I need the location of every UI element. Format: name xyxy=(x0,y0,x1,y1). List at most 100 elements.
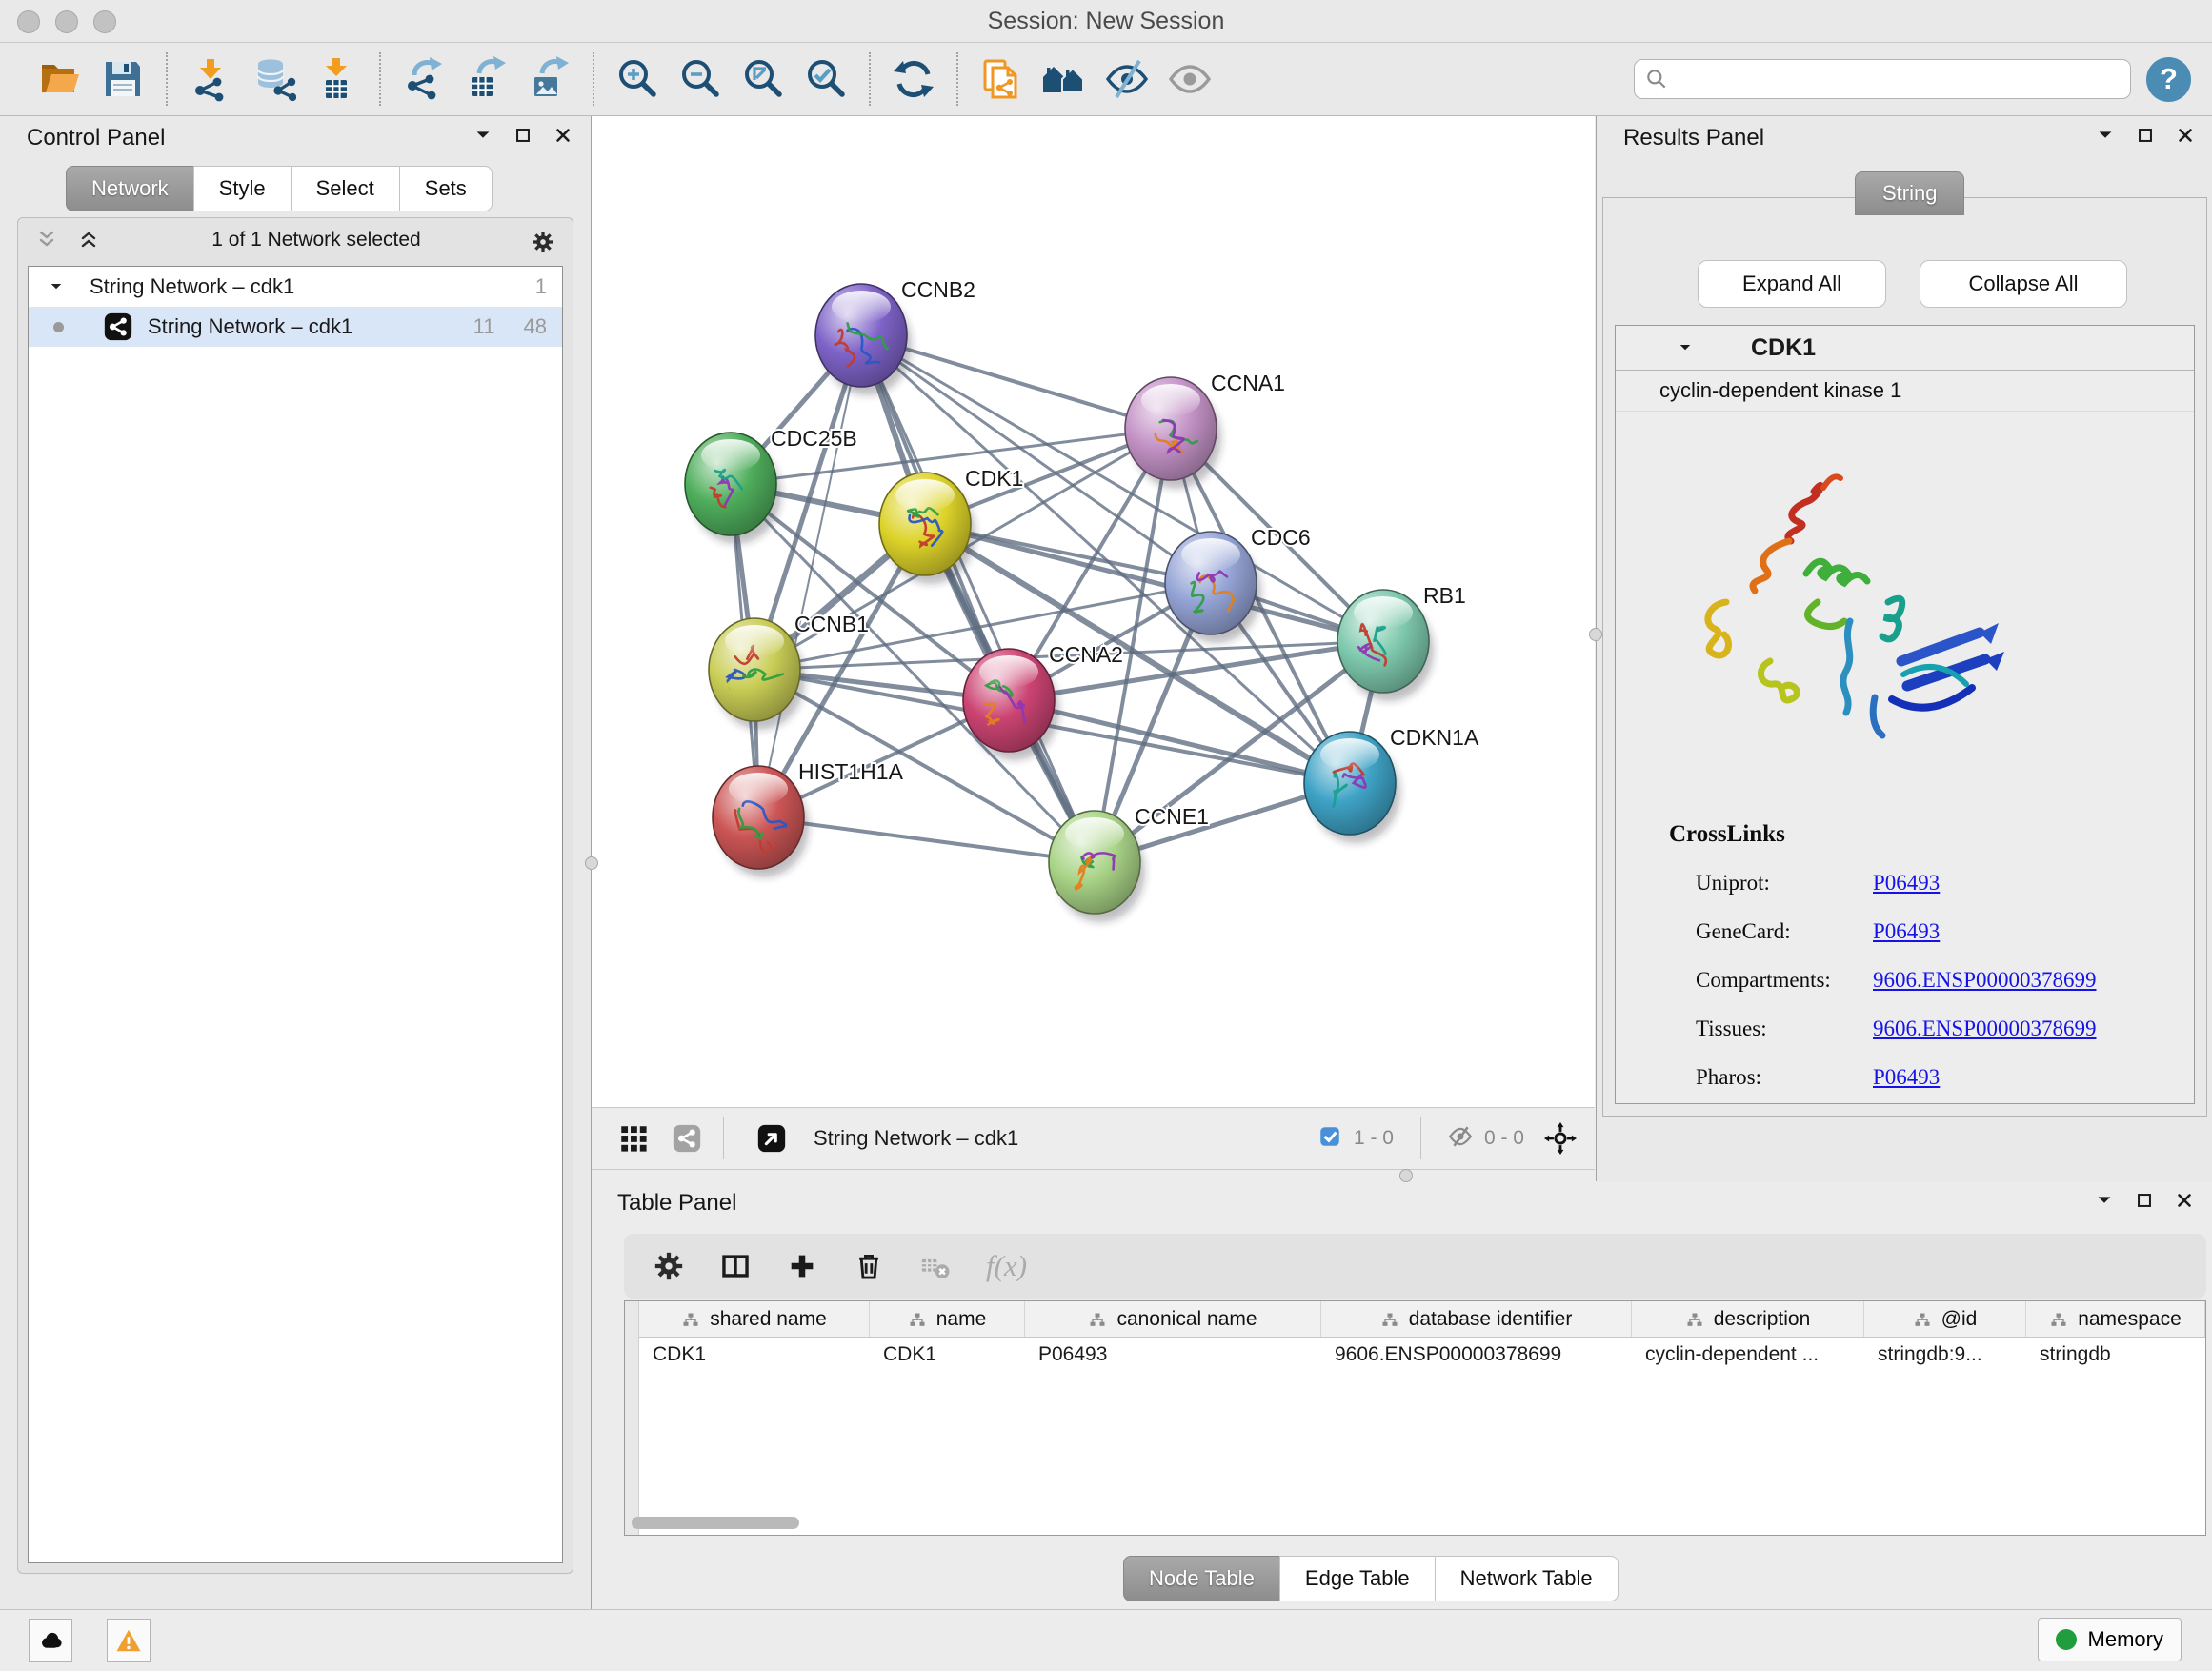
crosslink-link[interactable]: P06493 xyxy=(1873,1065,1940,1090)
export-table-button[interactable] xyxy=(459,50,514,109)
collapse-all-networks-button[interactable] xyxy=(35,228,60,252)
network-graph[interactable]: CCNB2CCNA1CDC25BCDK1CDC6RB1CCNB1CCNA2CDK… xyxy=(592,116,1595,1107)
bottom-splitter-handle[interactable] xyxy=(1399,1169,1413,1182)
results-panel-menu-button[interactable] xyxy=(2095,125,2120,150)
help-button[interactable]: ? xyxy=(2146,57,2191,102)
zoom-selected-button[interactable] xyxy=(798,50,854,109)
string-network-icon xyxy=(102,311,134,343)
export-image-button[interactable] xyxy=(522,50,577,109)
right-splitter-handle[interactable] xyxy=(1589,628,1602,641)
crosslink-link[interactable]: P06493 xyxy=(1873,919,1940,944)
duplicate-network-button[interactable] xyxy=(974,50,1029,109)
collapse-all-button[interactable]: Collapse All xyxy=(1920,260,2127,308)
crosslink-link[interactable]: P06493 xyxy=(1873,871,1940,896)
export-network-button[interactable] xyxy=(396,50,452,109)
network-node-rb1[interactable]: RB1 xyxy=(1337,583,1466,701)
expand-all-button[interactable]: Expand All xyxy=(1698,260,1886,308)
split-columns-button[interactable] xyxy=(719,1250,752,1282)
hide-selected-button[interactable] xyxy=(1099,50,1155,109)
table-horizontal-scrollbar[interactable] xyxy=(632,1517,799,1529)
grid-view-button[interactable] xyxy=(613,1117,654,1159)
column-header-name[interactable]: name xyxy=(870,1301,1025,1337)
delete-table-button[interactable] xyxy=(919,1250,952,1282)
cytoscape-window: Session: New Session ? Control Panel Net… xyxy=(0,0,2212,1671)
pan-tool-button[interactable] xyxy=(1539,1117,1581,1159)
toolbar-separator xyxy=(379,52,381,106)
selection-checkbox[interactable] xyxy=(1317,1124,1342,1154)
zoom-in-button[interactable] xyxy=(610,50,665,109)
control-panel-float-button[interactable] xyxy=(513,125,537,150)
delete-column-button[interactable] xyxy=(853,1250,885,1282)
network-node-ccne1[interactable]: CCNE1 xyxy=(1049,804,1209,922)
control-panel-close-button[interactable] xyxy=(553,125,577,150)
table-panel-close-button[interactable] xyxy=(2174,1190,2199,1215)
refresh-button[interactable] xyxy=(886,50,941,109)
node-label-ccnb1: CCNB1 xyxy=(794,612,869,636)
tab-network-table[interactable]: Network Table xyxy=(1435,1556,1619,1601)
tab-string[interactable]: String xyxy=(1855,171,1964,215)
column-header-description[interactable]: description xyxy=(1632,1301,1864,1337)
network-row-selected[interactable]: String Network – cdk11148 xyxy=(29,307,562,347)
add-column-button[interactable] xyxy=(786,1250,818,1282)
network-node-ccna2[interactable]: CCNA2 xyxy=(963,642,1123,760)
apply-layout-button[interactable] xyxy=(1036,50,1092,109)
zoom-out-button[interactable] xyxy=(673,50,728,109)
memory-button[interactable]: Memory xyxy=(2038,1618,2182,1661)
results-panel-close-button[interactable] xyxy=(2175,125,2200,150)
import-network-file-button[interactable] xyxy=(183,50,238,109)
tab-select[interactable]: Select xyxy=(291,166,400,211)
search-input[interactable] xyxy=(1669,66,2121,92)
column-label: namespace xyxy=(2078,1308,2182,1331)
string-style-button[interactable] xyxy=(666,1117,708,1159)
node-label-hist1h1a: HIST1H1A xyxy=(798,759,904,784)
node-table[interactable]: shared namenamecanonical namedatabase id… xyxy=(624,1300,2206,1536)
column-header-shared-name[interactable]: shared name xyxy=(639,1301,870,1337)
close-window-button[interactable] xyxy=(17,10,40,33)
import-network-database-button[interactable] xyxy=(246,50,301,109)
network-collection-row[interactable]: String Network – cdk11 xyxy=(29,267,562,307)
expand-all-networks-button[interactable] xyxy=(77,228,102,252)
column-header-database-identifier[interactable]: database identifier xyxy=(1321,1301,1632,1337)
network-options-button[interactable] xyxy=(531,228,555,252)
zoom-fit-button[interactable] xyxy=(735,50,791,109)
column-header-id[interactable]: @id xyxy=(1864,1301,2026,1337)
tab-node-table[interactable]: Node Table xyxy=(1123,1556,1280,1601)
control-panel-menu-button[interactable] xyxy=(473,125,497,150)
network-node-cdkn1a[interactable]: CDKN1A xyxy=(1304,725,1479,843)
left-splitter-handle[interactable] xyxy=(585,856,598,870)
tab-network[interactable]: Network xyxy=(66,166,194,211)
table-panel-float-button[interactable] xyxy=(2134,1190,2159,1215)
network-canvas[interactable]: CCNB2CCNA1CDC25BCDK1CDC6RB1CCNB1CCNA2CDK… xyxy=(592,116,1595,1107)
import-table-file-button[interactable] xyxy=(309,50,364,109)
crosslink-link[interactable]: 9606.ENSP00000378699 xyxy=(1873,1017,2097,1041)
network-node-cdc6[interactable]: CDC6 xyxy=(1165,525,1311,643)
tab-style[interactable]: Style xyxy=(193,166,292,211)
tree-expander[interactable] xyxy=(48,278,67,295)
network-node-ccnb2[interactable]: CCNB2 xyxy=(815,277,975,395)
zoom-window-button[interactable] xyxy=(93,10,116,33)
network-selection-status: 1 of 1 Network selected xyxy=(119,229,513,252)
tab-sets[interactable]: Sets xyxy=(399,166,493,211)
show-all-button[interactable] xyxy=(1162,50,1217,109)
protein-card-expander[interactable] xyxy=(1677,339,1696,356)
network-node-ccna1[interactable]: CCNA1 xyxy=(1125,371,1285,489)
network-node-hist1h1a[interactable]: HIST1H1A xyxy=(713,759,904,877)
settings-gear-button[interactable] xyxy=(653,1250,685,1282)
warnings-button[interactable] xyxy=(107,1619,151,1662)
column-header-namespace[interactable]: namespace xyxy=(2026,1301,2205,1337)
birdseye-view-button[interactable] xyxy=(751,1117,793,1159)
table-row[interactable]: CDK1CDK1P064939606.ENSP00000378699cyclin… xyxy=(639,1337,2205,1372)
results-panel-float-button[interactable] xyxy=(2135,125,2160,150)
function-builder-button[interactable]: f(x) xyxy=(986,1249,1027,1283)
crosslink-link[interactable]: 9606.ENSP00000378699 xyxy=(1873,968,2097,993)
open-session-button[interactable] xyxy=(32,50,88,109)
tab-edge-table[interactable]: Edge Table xyxy=(1279,1556,1436,1601)
cloud-button[interactable] xyxy=(29,1619,72,1662)
column-header-canonical-name[interactable]: canonical name xyxy=(1025,1301,1321,1337)
network-node-ccnb1[interactable]: CCNB1 xyxy=(709,612,869,730)
node-label-cdc25b: CDC25B xyxy=(771,426,857,451)
table-panel-menu-button[interactable] xyxy=(2094,1190,2119,1215)
save-session-button[interactable] xyxy=(95,50,151,109)
cell: stringdb:9... xyxy=(1864,1337,2026,1372)
minimize-window-button[interactable] xyxy=(55,10,78,33)
